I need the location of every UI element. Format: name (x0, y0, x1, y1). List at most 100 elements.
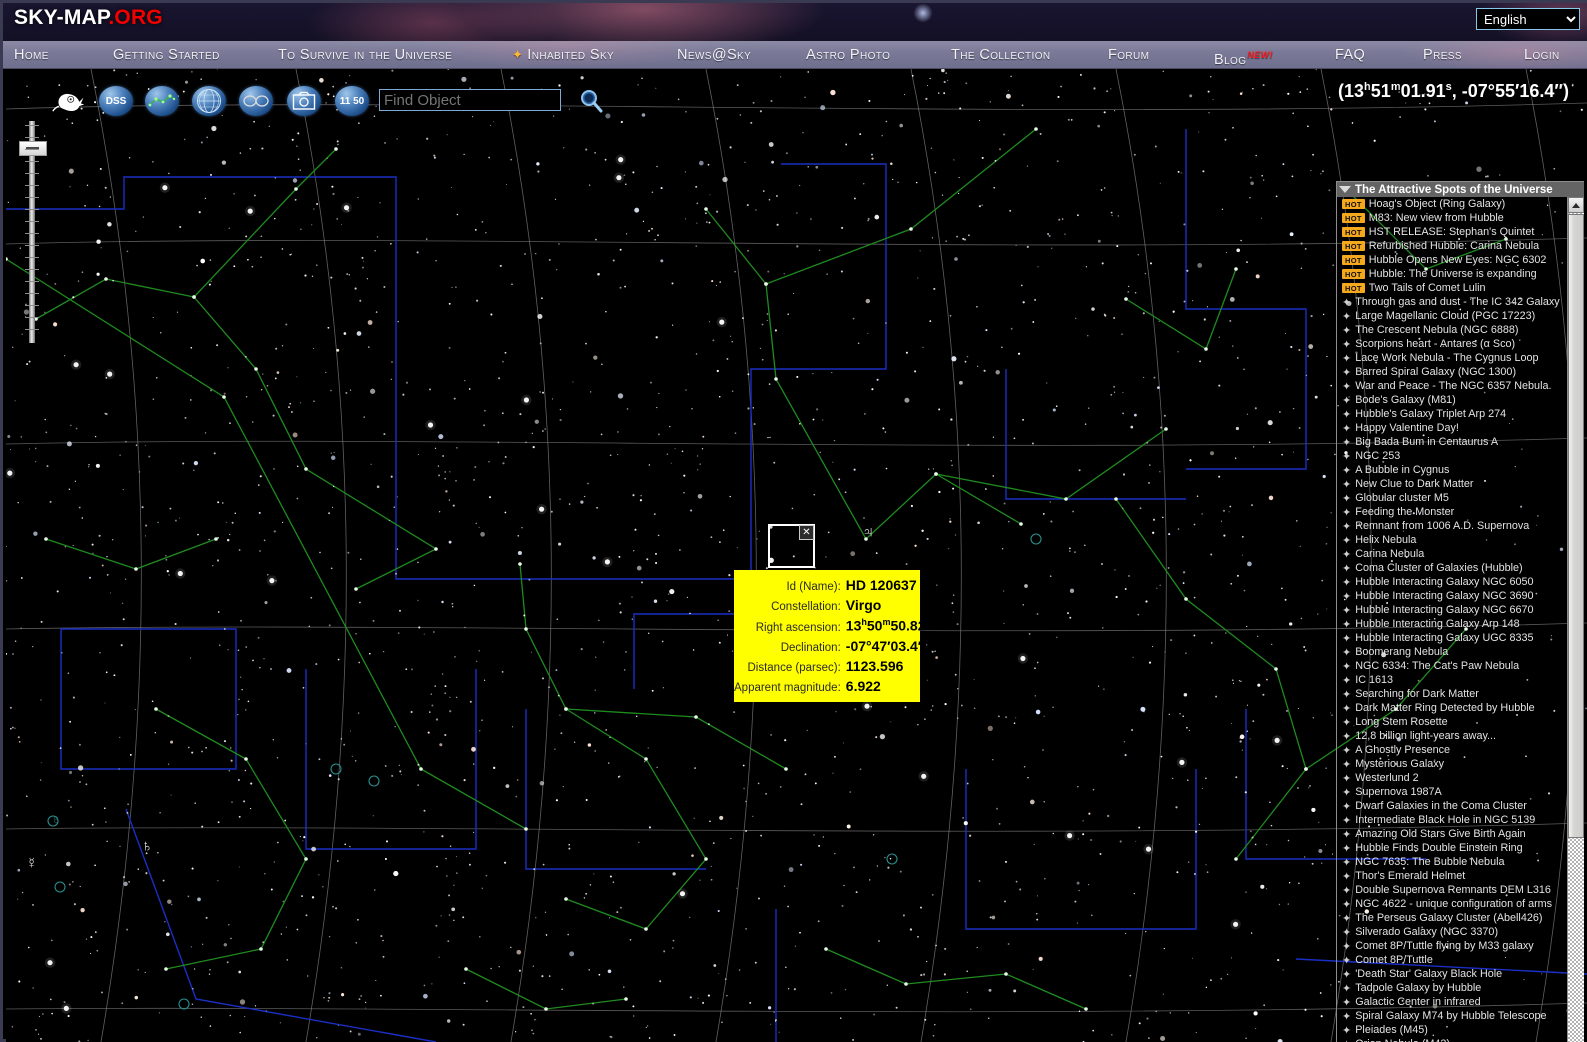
list-item[interactable]: HOT M83: New view from Hubble (1337, 211, 1568, 225)
list-item[interactable]: ✦ Through gas and dust - The IC 342 Galax… (1337, 295, 1568, 309)
close-icon[interactable]: ✕ (799, 525, 814, 540)
bullet-icon: ✦ (1342, 996, 1352, 1009)
list-item[interactable]: ✦ NGC 6334: The Cat's Paw Nebula (1337, 659, 1568, 673)
nav-item-news-sky[interactable]: News@Sky (677, 41, 751, 69)
list-item[interactable]: ✦ Long Stem Rosette (1337, 715, 1568, 729)
list-item[interactable]: ✦ A Ghostly Presence (1337, 743, 1568, 757)
list-item[interactable]: ✦ Barred Spiral Galaxy (NGC 1300) (1337, 365, 1568, 379)
nav-item-astro-photo[interactable]: Astro Photo (806, 41, 890, 69)
sky-map-canvas[interactable]: ☿ ♇ ♄ DSS 11 50 Find Object (13h51m01.91… (6, 69, 1587, 1042)
list-item[interactable]: ✦ Amazing Old Stars Give Birth Again (1337, 827, 1568, 841)
list-item[interactable]: HOT Hubble Opens New Eyes: NGC 6302 (1337, 253, 1568, 267)
spots-list[interactable]: HOT Hoag's Object (Ring Galaxy) HOT M83: Ne… (1337, 197, 1568, 1042)
list-item[interactable]: ✦ Dark Matter Ring Detected by Hubble (1337, 701, 1568, 715)
list-item[interactable]: ✦ War and Peace - The NGC 6357 Nebula. (1337, 379, 1568, 393)
list-item[interactable]: ✦ The Perseus Galaxy Cluster (Abell426) (1337, 911, 1568, 925)
list-item[interactable]: ✦ Westerlund 2 (1337, 771, 1568, 785)
search-icon[interactable] (578, 88, 604, 114)
list-item[interactable]: ✦ Orion Nebula (M42) (1337, 1037, 1568, 1042)
list-item[interactable]: HOT Two Tails of Comet Lulin (1337, 281, 1568, 295)
nav-item-press[interactable]: Press (1423, 41, 1462, 69)
list-item[interactable]: ✦ Mysterious Galaxy (1337, 757, 1568, 771)
photo-camera-button[interactable] (287, 86, 321, 116)
list-item[interactable]: ✦ Supernova 1987A (1337, 785, 1568, 799)
bullet-icon: ✦ (1342, 576, 1352, 589)
list-item-label: Hubble Interacting Galaxy NGC 6670 (1355, 604, 1534, 616)
list-item[interactable]: HOT Refurbished Hubble: Carina Nebula (1337, 239, 1568, 253)
list-item[interactable]: HOT Hubble: The Universe is expanding (1337, 267, 1568, 281)
list-item[interactable]: ✦ 'Death Star' Galaxy Black Hole (1337, 967, 1568, 981)
list-item[interactable]: ✦ Silverado Galaxy (NGC 3370) (1337, 925, 1568, 939)
nav-item-the-collection[interactable]: The Collection (951, 41, 1051, 69)
mercury-symbol: ☿ (26, 855, 38, 872)
list-item[interactable]: ✦ Hubble Interacting Galaxy Arp 148 (1337, 617, 1568, 631)
list-item[interactable]: ✦ A Bubble in Cygnus (1337, 463, 1568, 477)
list-item[interactable]: ✦ Comet 8P/Tuttle (1337, 953, 1568, 967)
scroll-up-button[interactable] (1568, 197, 1584, 213)
nav-item-getting-started[interactable]: Getting Started (113, 41, 220, 69)
list-item[interactable]: ✦ Intermediate Black Hole in NGC 5139 (1337, 813, 1568, 827)
list-item[interactable]: ✦ Feeding the Monster (1337, 505, 1568, 519)
nav-item-forum[interactable]: Forum (1108, 41, 1149, 69)
list-item-label: Feeding the Monster (1355, 506, 1455, 518)
list-item[interactable]: ✦ Hubble Interacting Galaxy NGC 3690 (1337, 589, 1568, 603)
list-item[interactable]: ✦ 12,8 billion light-years away... (1337, 729, 1568, 743)
list-item[interactable]: ✦ Hubble Interacting Galaxy NGC 6670 (1337, 603, 1568, 617)
list-item[interactable]: ✦ IC 1613 (1337, 673, 1568, 687)
list-item[interactable]: ✦ Scorpions heart - Antares (α Sco) (1337, 337, 1568, 351)
deep-sky-button[interactable] (239, 86, 273, 116)
constellation-lines-button[interactable] (145, 86, 179, 116)
list-item[interactable]: ✦ Pleiades (M45) (1337, 1023, 1568, 1037)
selection-box[interactable]: ✕ (768, 524, 815, 568)
nav-item-faq[interactable]: FAQ (1335, 41, 1365, 69)
list-item[interactable]: ✦ Large Magellanic Cloud (PGC 17223) (1337, 309, 1568, 323)
list-item[interactable]: ✦ Tadpole Galaxy by Hubble (1337, 981, 1568, 995)
list-item[interactable]: ✦ NGC 4622 - unique configuration of arms (1337, 897, 1568, 911)
list-item[interactable]: HOT HST RELEASE: Stephan's Quintet (1337, 225, 1568, 239)
list-item[interactable]: ✦ Galactic Center in infrared (1337, 995, 1568, 1009)
panel-scrollbar[interactable] (1567, 197, 1584, 1042)
list-item[interactable]: ✦ Boomerang Nebula (1337, 645, 1568, 659)
list-item[interactable]: ✦ Carina Nebula (1337, 547, 1568, 561)
list-item[interactable]: ✦ Lace Work Nebula - The Cygnus Loop (1337, 351, 1568, 365)
list-item[interactable]: ✦ Happy Valentine Day! (1337, 421, 1568, 435)
nav-item-inhabited-sky[interactable]: ✦ Inhabited Sky (512, 41, 614, 69)
list-item[interactable]: ✦ Double Supernova Remnants DEM L316 (1337, 883, 1568, 897)
dss-layer-button[interactable]: DSS (99, 86, 133, 116)
list-item[interactable]: ✦ Globular cluster M5 (1337, 491, 1568, 505)
magnitude-button[interactable]: 11 50 (335, 86, 369, 116)
list-item[interactable]: ✦ NGC 7635: The Bubble Nebula (1337, 855, 1568, 869)
list-item[interactable]: ✦ The Crescent Nebula (NGC 6888) (1337, 323, 1568, 337)
list-item[interactable]: ✦ Thor's Emerald Helmet (1337, 869, 1568, 883)
grid-globe-button[interactable] (192, 86, 226, 116)
declination-value: -07°55′16.4″ (1461, 81, 1563, 101)
nav-item-home[interactable]: Home (14, 41, 49, 69)
list-item[interactable]: HOT Hoag's Object (Ring Galaxy) (1337, 197, 1568, 211)
scrollbar-thumb[interactable] (1568, 214, 1584, 838)
list-item[interactable]: ✦ NGC 253 (1337, 449, 1568, 463)
nav-item-login[interactable]: Login (1524, 41, 1560, 69)
list-item[interactable]: ✦ Hubble Finds Double Einstein Ring (1337, 841, 1568, 855)
list-item[interactable]: ✦ Helix Nebula (1337, 533, 1568, 547)
mouse-logo-icon[interactable] (52, 87, 86, 115)
list-item[interactable]: ✦ Hubble Interacting Galaxy UGC 8335 (1337, 631, 1568, 645)
list-item[interactable]: ✦ Big Bada Bum in Centaurus A (1337, 435, 1568, 449)
list-item[interactable]: ✦ Hubble's Galaxy Triplet Arp 274 (1337, 407, 1568, 421)
list-item[interactable]: ✦ New Clue to Dark Matter (1337, 477, 1568, 491)
nav-item-to-survive-in-the-universe[interactable]: To Survive in the Universe (278, 41, 452, 69)
list-item-label: Scorpions heart - Antares (α Sco) (1355, 338, 1516, 350)
list-item[interactable]: ✦ Dwarf Galaxies in the Coma Cluster (1337, 799, 1568, 813)
list-item[interactable]: ✦ Hubble Interacting Galaxy NGC 6050 (1337, 575, 1568, 589)
list-item[interactable]: ✦ Remnant from 1006 A.D. Supernova (1337, 519, 1568, 533)
zoom-slider[interactable] (19, 121, 47, 343)
list-item[interactable]: ✦ Coma Cluster of Galaxies (Hubble) (1337, 561, 1568, 575)
list-item[interactable]: ✦ Searching for Dark Matter (1337, 687, 1568, 701)
panel-header[interactable]: The Attractive Spots of the Universe (1337, 182, 1584, 197)
search-input[interactable] (379, 89, 561, 111)
list-item[interactable]: ✦ Spiral Galaxy M74 by Hubble Telescope (1337, 1009, 1568, 1023)
language-select[interactable]: English (1476, 8, 1580, 30)
list-item[interactable]: ✦ Bode's Galaxy (M81) (1337, 393, 1568, 407)
site-logo[interactable]: SKY-MAP.ORG (14, 6, 163, 30)
nav-item-blog[interactable]: BlogNEW! (1214, 41, 1273, 69)
list-item[interactable]: ✦ Comet 8P/Tuttle flying by M33 galaxy (1337, 939, 1568, 953)
